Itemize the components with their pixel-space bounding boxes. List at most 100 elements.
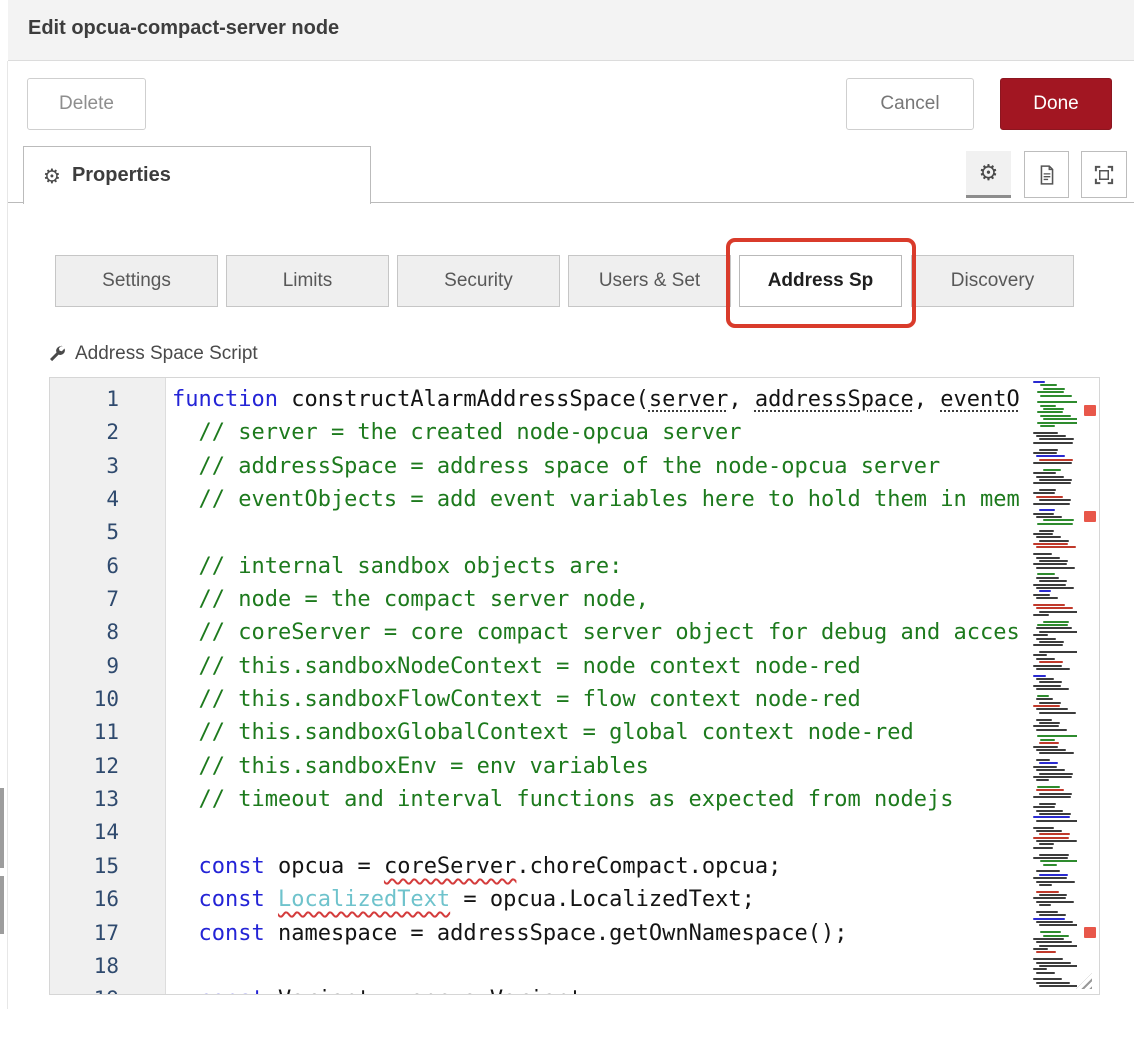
tab-settings[interactable]: Settings bbox=[55, 255, 218, 307]
line-number-7: 7 bbox=[50, 583, 165, 616]
tab-security[interactable]: Security bbox=[397, 255, 560, 307]
code-line-11: // this.sandboxGlobalContext = global co… bbox=[167, 716, 1099, 749]
section-title-row: Address Space Script bbox=[48, 342, 258, 366]
dialog-title: Edit opcua-compact-server node bbox=[28, 17, 339, 40]
node-description-button[interactable] bbox=[1024, 151, 1069, 198]
wrench-icon bbox=[48, 345, 66, 363]
line-number-4: 4 bbox=[50, 483, 165, 516]
scroll-annotation-marker[interactable] bbox=[1084, 405, 1096, 416]
code-token: const bbox=[199, 921, 265, 946]
code-token: constructAlarmAddressSpace( bbox=[278, 387, 649, 412]
code-token: LocalizedText bbox=[278, 887, 450, 912]
minimap-row bbox=[1030, 985, 1077, 988]
edit-node-dialog: Edit opcua-compact-server node Delete Ca… bbox=[0, 0, 1134, 1054]
tab-discovery[interactable]: Discovery bbox=[911, 255, 1074, 307]
code-token: const bbox=[199, 987, 265, 994]
code-line-4: // eventObjects = add event variables he… bbox=[167, 483, 1099, 516]
document-icon bbox=[1038, 165, 1056, 185]
code-line-19: const Variant = opcua.Variant; bbox=[167, 983, 1099, 994]
node-settings-button[interactable]: ⚙ bbox=[966, 151, 1011, 198]
code-token: // this.sandboxNodeContext = node contex… bbox=[172, 654, 861, 679]
scroll-annotation-marker[interactable] bbox=[1084, 927, 1096, 938]
code-line-2: // server = the created node-opcua serve… bbox=[167, 416, 1099, 449]
window-edge-line bbox=[7, 61, 8, 1009]
line-number-19: 19 bbox=[50, 983, 165, 995]
code-line-6: // internal sandbox objects are: bbox=[167, 550, 1099, 583]
line-number-13: 13 bbox=[50, 783, 165, 816]
line-number-2: 2 bbox=[50, 416, 165, 449]
line-number-1: 1 bbox=[50, 383, 165, 416]
code-area[interactable]: function constructAlarmAddressSpace(serv… bbox=[167, 378, 1099, 994]
line-number-16: 16 bbox=[50, 883, 165, 916]
properties-tab[interactable]: ⚙ Properties bbox=[23, 146, 371, 204]
code-token bbox=[172, 987, 199, 994]
code-token: // eventObjects = add event variables he… bbox=[172, 487, 1020, 512]
code-line-16: const LocalizedText = opcua.LocalizedTex… bbox=[167, 883, 1099, 916]
cog-icon: ⚙ bbox=[43, 164, 61, 188]
script-editor[interactable]: 12345678910111213141516171819 function c… bbox=[49, 377, 1100, 995]
section-title: Address Space Script bbox=[75, 343, 258, 365]
scroll-annotation-track bbox=[1084, 378, 1097, 994]
tab-limits[interactable]: Limits bbox=[226, 255, 389, 307]
expand-icon bbox=[1094, 165, 1114, 185]
done-button[interactable]: Done bbox=[1000, 78, 1112, 130]
code-token bbox=[172, 887, 199, 912]
code-line-15: const opcua = coreServer.choreCompact.op… bbox=[167, 850, 1099, 883]
line-number-18: 18 bbox=[50, 950, 165, 983]
line-number-10: 10 bbox=[50, 683, 165, 716]
code-token: , bbox=[728, 387, 755, 412]
code-line-7: // node = the compact server node, bbox=[167, 583, 1099, 616]
line-number-12: 12 bbox=[50, 750, 165, 783]
code-token: // this.sandboxGlobalContext = global co… bbox=[172, 720, 914, 745]
code-token: = opcua.LocalizedText; bbox=[450, 887, 755, 912]
cancel-button[interactable]: Cancel bbox=[846, 78, 974, 130]
line-number-5: 5 bbox=[50, 516, 165, 549]
code-token: // this.sandboxFlowContext = flow contex… bbox=[172, 687, 861, 712]
code-line-10: // this.sandboxFlowContext = flow contex… bbox=[167, 683, 1099, 716]
code-token: // coreServer = core compact server obje… bbox=[172, 620, 1020, 645]
dialog-header: Edit opcua-compact-server node bbox=[8, 0, 1134, 61]
code-token: coreServer bbox=[384, 854, 516, 879]
code-token: .choreCompact.opcua; bbox=[516, 854, 781, 879]
scroll-annotation-marker[interactable] bbox=[1084, 511, 1096, 522]
code-line-9: // this.sandboxNodeContext = node contex… bbox=[167, 650, 1099, 683]
code-token: // addressSpace = address space of the n… bbox=[172, 454, 940, 479]
code-token: const bbox=[199, 887, 265, 912]
scrollbar-fragment[interactable] bbox=[0, 788, 4, 868]
code-line-5 bbox=[167, 516, 1099, 549]
code-token: // internal sandbox objects are: bbox=[172, 554, 622, 579]
line-number-8: 8 bbox=[50, 616, 165, 649]
code-token: namespace = addressSpace.getOwnNamespace… bbox=[265, 921, 848, 946]
code-token bbox=[265, 887, 278, 912]
code-line-3: // addressSpace = address space of the n… bbox=[167, 450, 1099, 483]
code-token: addressSpace bbox=[755, 387, 914, 412]
line-number-15: 15 bbox=[50, 850, 165, 883]
code-line-1: function constructAlarmAddressSpace(serv… bbox=[167, 383, 1099, 416]
tab-address-sp[interactable]: Address Sp bbox=[739, 255, 902, 307]
code-line-12: // this.sandboxEnv = env variables bbox=[167, 750, 1099, 783]
scrollbar-fragment[interactable] bbox=[0, 876, 4, 934]
line-number-11: 11 bbox=[50, 716, 165, 749]
line-number-14: 14 bbox=[50, 816, 165, 849]
code-line-8: // coreServer = core compact server obje… bbox=[167, 616, 1099, 649]
properties-label: Properties bbox=[72, 164, 171, 187]
line-number-3: 3 bbox=[50, 450, 165, 483]
delete-button[interactable]: Delete bbox=[27, 78, 146, 130]
code-token: Variant = opcua.Variant; bbox=[265, 987, 596, 994]
code-token: // node = the compact server node, bbox=[172, 587, 649, 612]
code-token: opcua = bbox=[265, 854, 384, 879]
code-line-17: const namespace = addressSpace.getOwnNam… bbox=[167, 917, 1099, 950]
tab-users-set[interactable]: Users & Set bbox=[568, 255, 731, 307]
code-token: // server = the created node-opcua serve… bbox=[172, 420, 742, 445]
code-line-13: // timeout and interval functions as exp… bbox=[167, 783, 1099, 816]
minimap[interactable] bbox=[1030, 381, 1077, 991]
line-number-6: 6 bbox=[50, 550, 165, 583]
code-token: // timeout and interval functions as exp… bbox=[172, 787, 953, 812]
expand-editor-button[interactable] bbox=[1081, 151, 1127, 198]
code-token: function bbox=[172, 387, 278, 412]
code-token: server bbox=[649, 387, 728, 412]
code-token: eventO bbox=[940, 387, 1019, 412]
code-line-14 bbox=[167, 816, 1099, 849]
line-number-9: 9 bbox=[50, 650, 165, 683]
editor-gutter: 12345678910111213141516171819 bbox=[50, 378, 166, 994]
